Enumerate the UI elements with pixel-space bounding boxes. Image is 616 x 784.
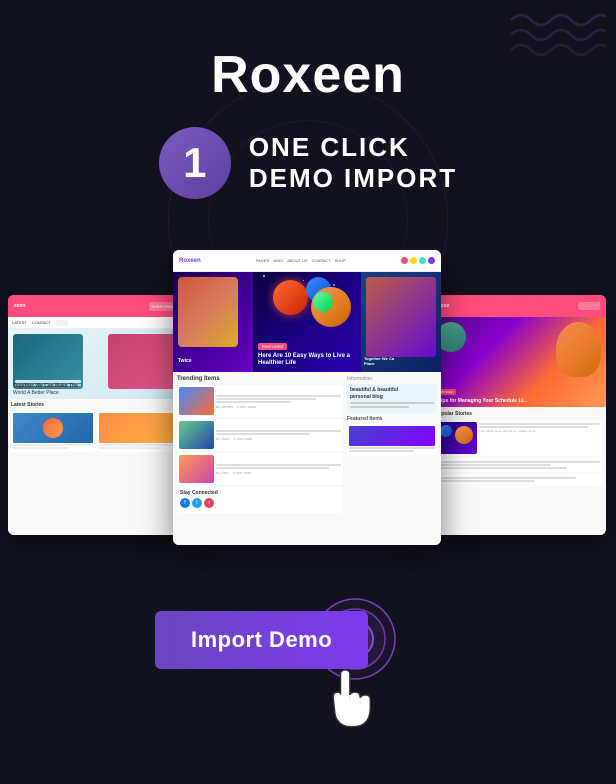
- screenshots-row: xeen SUBSCRIBE LATEST CONTACT: [0, 235, 616, 545]
- screenshot-right: Roxe FEATURED 7 Tips for Managing Your S…: [431, 295, 606, 535]
- one-click-line1: ONE CLICK: [249, 132, 457, 163]
- one-click-line2: DEMO IMPORT: [249, 163, 457, 194]
- one-click-row: 1 ONE CLICK DEMO IMPORT: [159, 127, 457, 199]
- cursor-icon: [320, 669, 375, 734]
- main-container: Roxeen 1 ONE CLICK DEMO IMPORT xeen SUBS…: [0, 0, 616, 784]
- number-badge: 1: [159, 127, 231, 199]
- one-click-text: ONE CLICK DEMO IMPORT: [249, 132, 457, 194]
- deco-waves-icon: [506, 10, 606, 70]
- screenshot-left: xeen SUBSCRIBE LATEST CONTACT: [8, 295, 183, 535]
- site-title: Roxeen: [211, 45, 405, 105]
- screenshot-center: Roxeen PAGES MISC ABOUT US CONTACT SHOP: [173, 250, 441, 545]
- import-demo-button[interactable]: Import Demo: [155, 611, 368, 669]
